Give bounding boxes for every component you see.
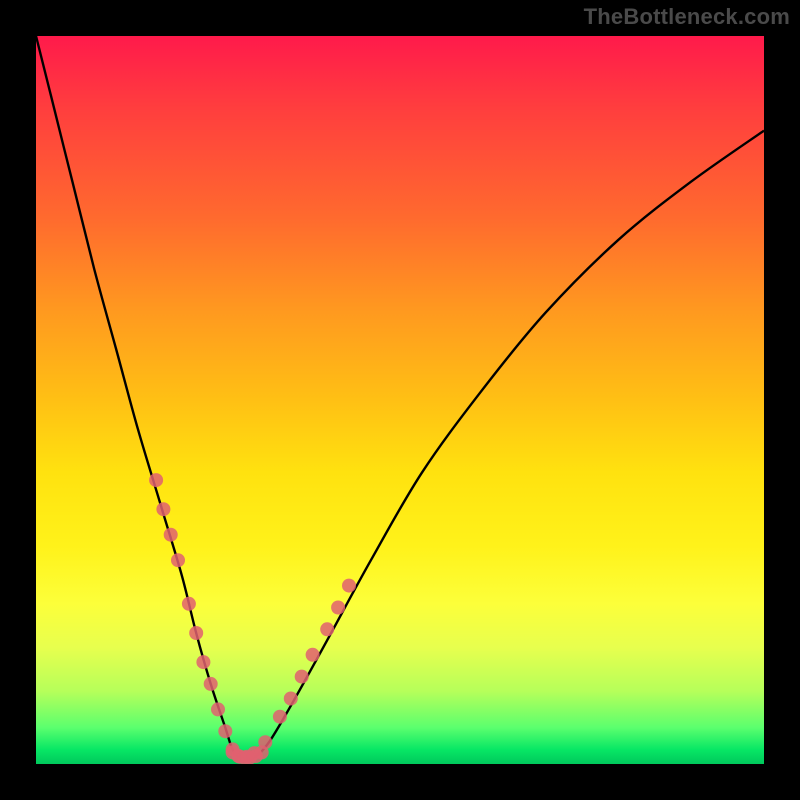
watermark-label: TheBottleneck.com <box>584 4 790 30</box>
highlight-markers <box>149 473 356 764</box>
marker-dot <box>255 745 269 759</box>
marker-dot <box>295 670 309 684</box>
chart-svg <box>36 36 764 764</box>
chart-frame: TheBottleneck.com <box>0 0 800 800</box>
marker-dot <box>306 648 320 662</box>
marker-dot <box>149 473 163 487</box>
plot-area <box>36 36 764 764</box>
marker-dot <box>182 597 196 611</box>
marker-dot <box>196 655 210 669</box>
marker-dot <box>331 601 345 615</box>
marker-dot <box>342 579 356 593</box>
marker-dot <box>189 626 203 640</box>
bottleneck-curve <box>36 36 764 758</box>
marker-dot <box>171 553 185 567</box>
marker-dot <box>320 622 334 636</box>
marker-dot <box>284 692 298 706</box>
marker-dot <box>204 677 218 691</box>
marker-dot <box>211 702 225 716</box>
marker-dot <box>218 724 232 738</box>
marker-dot <box>273 710 287 724</box>
marker-dot <box>156 502 170 516</box>
marker-dot <box>164 528 178 542</box>
